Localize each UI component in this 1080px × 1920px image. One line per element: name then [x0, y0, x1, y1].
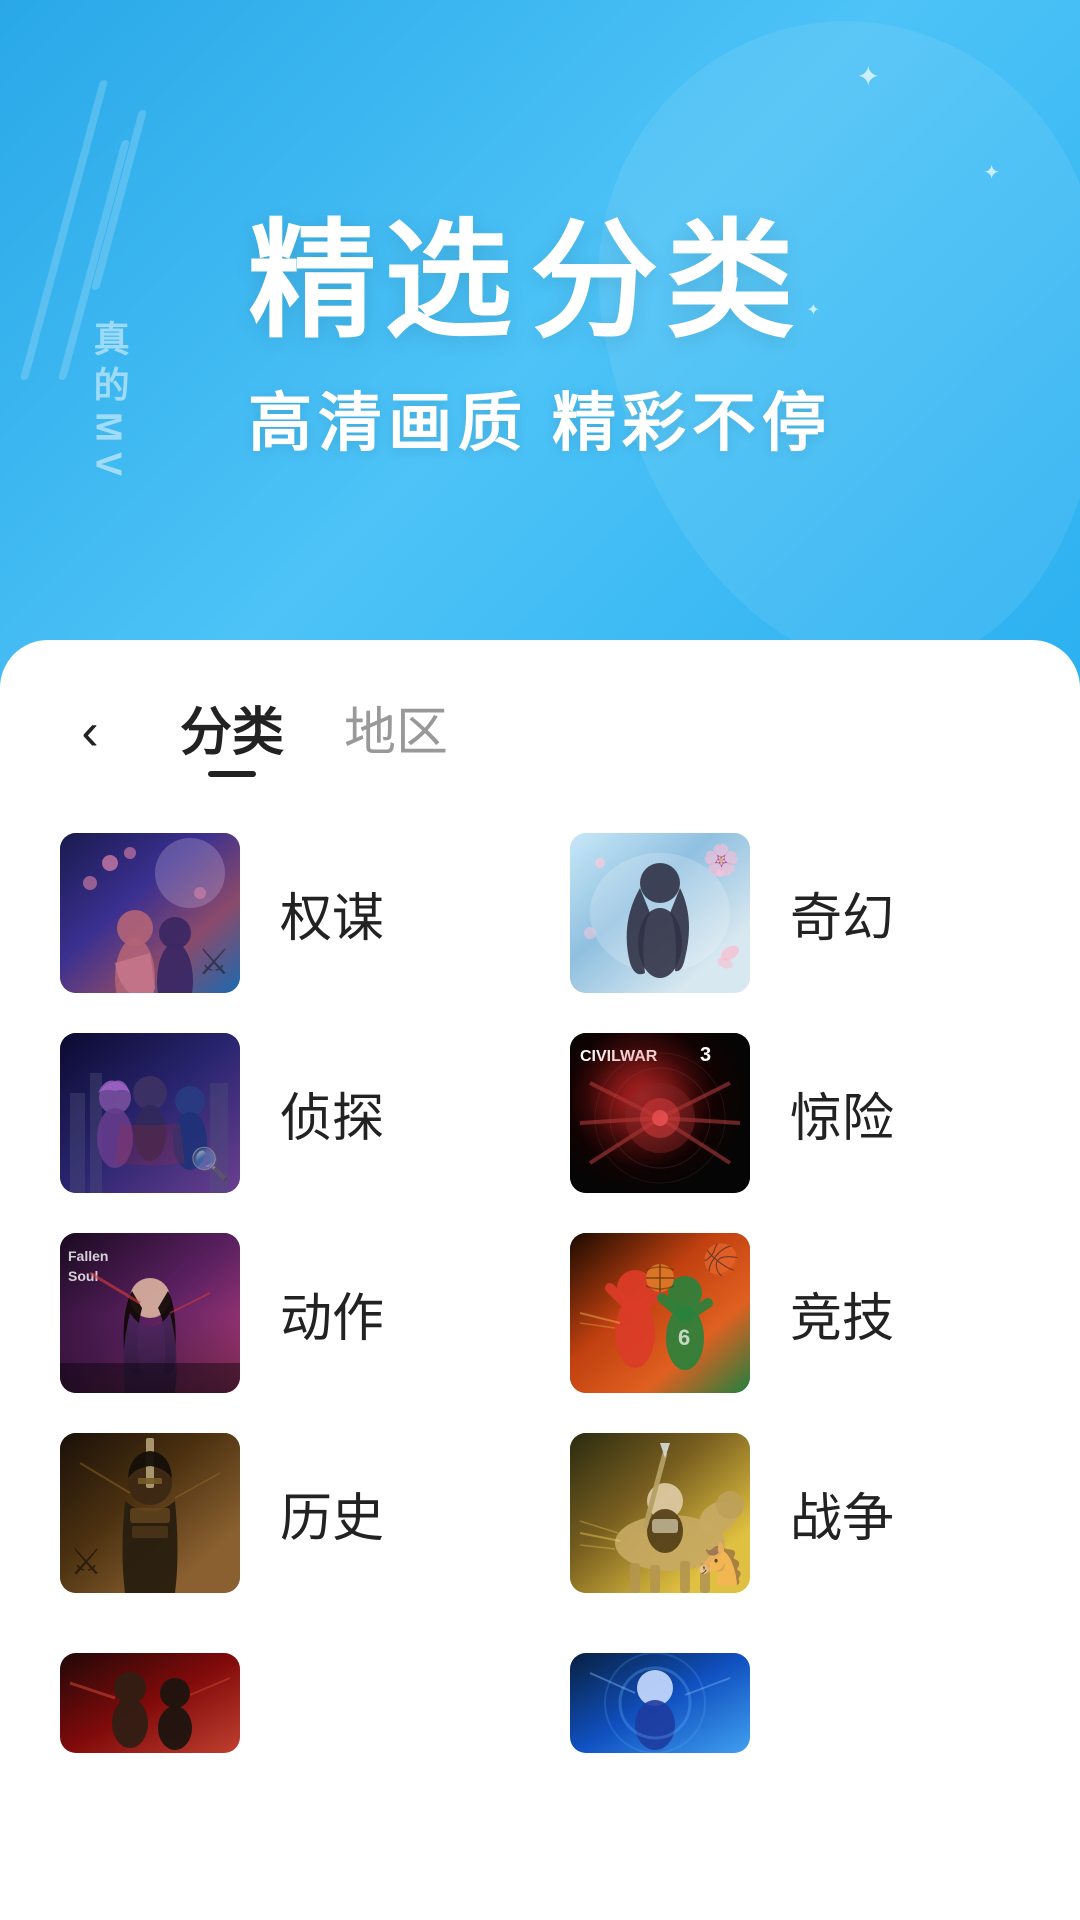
thumb-art-lishi	[60, 1433, 240, 1593]
categories-grid: 权谋	[60, 813, 1020, 1613]
category-thumb-quanmou	[60, 833, 240, 993]
category-name-dongzuo: 动作	[280, 1276, 384, 1351]
hero-title: 精选 分类 高清画质 精彩不停	[248, 177, 832, 464]
category-item-qihuan[interactable]: 奇幻	[570, 833, 1020, 993]
tab-bar: ‹ 分类 地区	[60, 640, 1020, 813]
thumb-art-dongzuo: Fallen Soul	[60, 1233, 240, 1393]
category-item-jingji[interactable]: 6 竞技	[570, 1233, 1020, 1393]
category-name-jingji: 竞技	[790, 1276, 894, 1351]
sparkle-2-icon: ✦	[983, 160, 1000, 185]
category-thumb-partial-2	[570, 1653, 750, 1753]
category-name-jingxian: 惊险	[790, 1076, 894, 1151]
category-item-partial-2[interactable]	[570, 1653, 1020, 1753]
category-name-lishi: 历史	[280, 1476, 384, 1551]
thumb-art-jingji: 6	[570, 1233, 750, 1393]
thumb-art-partial-2	[570, 1653, 750, 1753]
svg-text:6: 6	[678, 1325, 690, 1350]
thumb-art-zhentan	[60, 1033, 240, 1193]
svg-text:Fallen: Fallen	[68, 1248, 108, 1264]
content-card: ‹ 分类 地区	[0, 640, 1080, 1920]
hero-subtitle: 高清画质 精彩不停	[248, 372, 832, 464]
category-item-quanmou[interactable]: 权谋	[60, 833, 510, 993]
category-item-dongzuo[interactable]: Fallen Soul 动作	[60, 1233, 510, 1393]
category-name-qihuan: 奇幻	[790, 876, 894, 951]
hero-title-part1: 精选	[248, 177, 520, 362]
deco-line-3	[91, 110, 147, 290]
hero-section: ✦ ✦ ✦ 真 的 M V 精选 分类 高清画质 精彩不停	[0, 0, 1080, 700]
thumb-art-partial-1	[60, 1653, 240, 1753]
tab-diqu[interactable]: 地区	[344, 690, 448, 773]
thumb-art-quanmou	[60, 833, 240, 993]
sparkle-1-icon: ✦	[857, 60, 880, 93]
back-button[interactable]: ‹	[60, 702, 120, 762]
back-icon: ‹	[81, 706, 98, 758]
thumb-art-jingxian: CIVILWAR 3	[570, 1033, 750, 1193]
category-thumb-dongzuo: Fallen Soul	[60, 1233, 240, 1393]
category-thumb-jingji: 6	[570, 1233, 750, 1393]
category-name-quanmou: 权谋	[280, 876, 384, 951]
hero-title-main: 精选 分类	[248, 177, 832, 362]
category-item-jingxian[interactable]: CIVILWAR 3	[570, 1033, 1020, 1193]
category-item-partial-1[interactable]	[60, 1653, 510, 1753]
category-name-zhentan: 侦探	[280, 1076, 384, 1151]
svg-text:CIVILWAR: CIVILWAR	[580, 1048, 658, 1065]
side-text: 真 的 M V	[80, 320, 138, 476]
category-item-zhanzheng[interactable]: 战争	[570, 1433, 1020, 1593]
category-thumb-qihuan	[570, 833, 750, 993]
category-thumb-zhentan	[60, 1033, 240, 1193]
category-thumb-zhanzheng	[570, 1433, 750, 1593]
category-thumb-lishi	[60, 1433, 240, 1593]
hero-title-part2: 分类	[530, 177, 802, 362]
category-thumb-partial-1	[60, 1653, 240, 1753]
category-item-lishi[interactable]: 历史	[60, 1433, 510, 1593]
category-thumb-jingxian: CIVILWAR 3	[570, 1033, 750, 1193]
thumb-art-zhanzheng	[570, 1433, 750, 1593]
thumb-art-qihuan	[570, 833, 750, 993]
categories-grid-partial	[60, 1633, 1020, 1793]
svg-text:3: 3	[700, 1044, 711, 1066]
tab-fenlei[interactable]: 分类	[180, 690, 284, 773]
category-name-zhanzheng: 战争	[790, 1476, 894, 1551]
category-item-zhentan[interactable]: 侦探	[60, 1033, 510, 1193]
